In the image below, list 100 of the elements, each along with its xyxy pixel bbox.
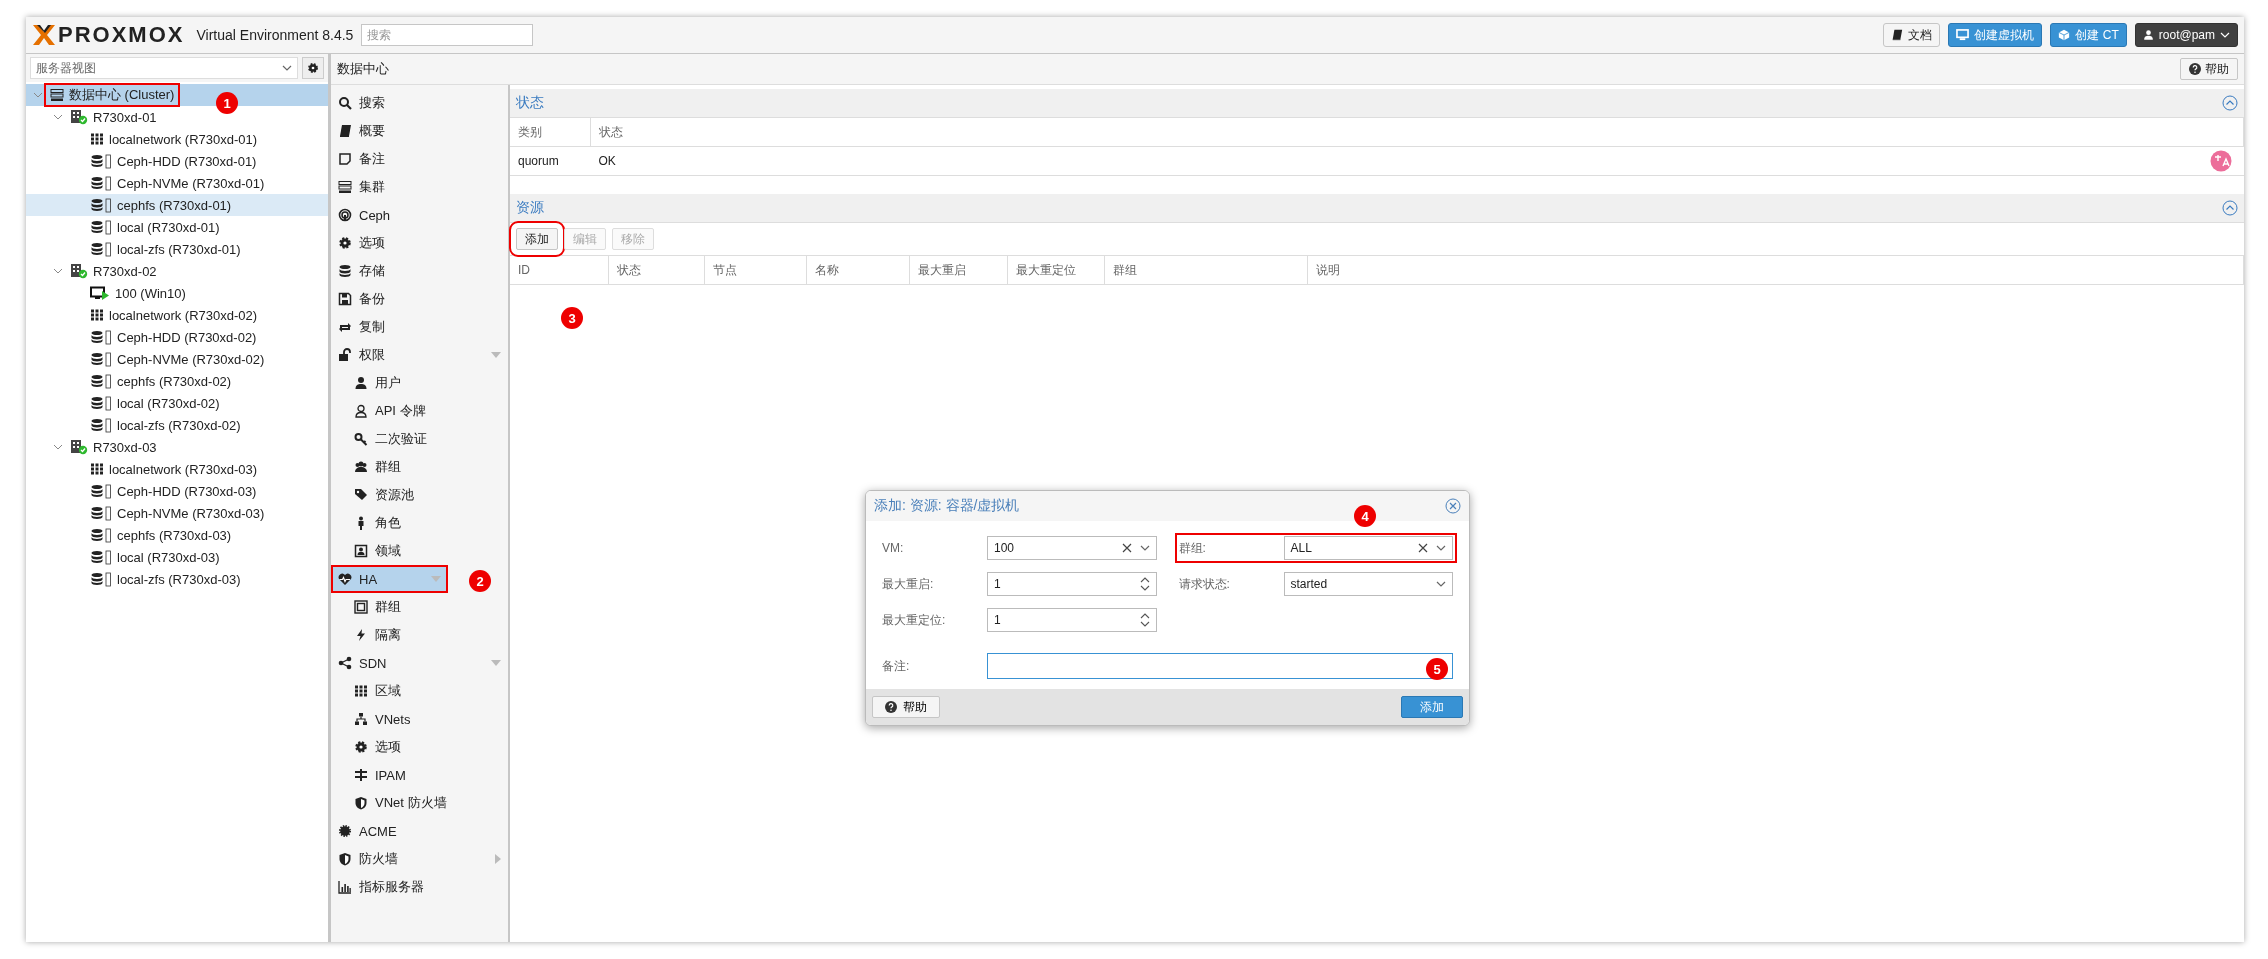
key-icon — [354, 432, 368, 446]
search-field[interactable]: 搜索 — [361, 24, 534, 46]
server-rack-icon — [338, 180, 352, 194]
column-header: 群组 — [1104, 256, 1308, 285]
column-header: 状态 — [590, 118, 2244, 147]
nav-item[interactable]: 二次验证 — [331, 425, 508, 453]
clear-icon[interactable] — [1121, 543, 1132, 553]
form-field[interactable]: 100 — [987, 536, 1157, 560]
tree-item[interactable]: local (R730xd-01) — [26, 216, 328, 238]
view-select[interactable]: 服务器视图 — [30, 57, 298, 79]
tree-item[interactable]: local (R730xd-02) — [26, 392, 328, 414]
nav-item[interactable]: HA — [331, 565, 448, 593]
nav-item[interactable]: 角色 — [331, 509, 508, 537]
panel-title: 资源 — [516, 199, 544, 217]
grid-icon — [90, 132, 104, 146]
tree-item[interactable]: R730xd-03 — [26, 436, 328, 458]
column-header: 最大重定位 — [1007, 256, 1105, 285]
field-label: 最大重定位: — [882, 611, 947, 629]
gear-icon — [354, 740, 368, 754]
nav-item[interactable]: 备份 — [331, 285, 508, 313]
tree-item[interactable]: local (R730xd-03) — [26, 546, 328, 568]
tree-item[interactable]: local-zfs (R730xd-02) — [26, 414, 328, 436]
tree-item[interactable]: cephfs (R730xd-03) — [26, 524, 328, 546]
spinner-arrows-icon[interactable] — [1139, 612, 1150, 628]
nav-item[interactable]: ACME — [331, 817, 508, 845]
nav-item[interactable]: 区域 — [331, 677, 508, 705]
tree-item[interactable]: localnetwork (R730xd-03) — [26, 458, 328, 480]
tree-item[interactable]: Ceph-HDD (R730xd-03) — [26, 480, 328, 502]
nav-item[interactable]: 群组 — [331, 593, 508, 621]
tree-item-label: R730xd-01 — [93, 109, 157, 125]
tree-item-label: Ceph-HDD (R730xd-01) — [117, 153, 257, 169]
spinner-arrows-icon[interactable] — [1139, 576, 1150, 592]
field-label: 请求状态: — [1178, 575, 1231, 593]
nav-item[interactable]: 指标服务器 — [331, 873, 508, 901]
form-field[interactable]: ALL — [1283, 536, 1453, 560]
tree-item[interactable]: Ceph-NVMe (R730xd-03) — [26, 502, 328, 524]
form-field[interactable]: 1 — [987, 572, 1157, 596]
tree-item[interactable]: cephfs (R730xd-02) — [26, 370, 328, 392]
nav-item[interactable]: 用户 — [331, 369, 508, 397]
tree-item[interactable]: localnetwork (R730xd-02) — [26, 304, 328, 326]
tree-item-label: local-zfs (R730xd-01) — [117, 241, 241, 257]
nav-item[interactable]: 权限 — [331, 341, 508, 369]
docs-button[interactable]: 文档 — [1883, 23, 1941, 47]
comment-field[interactable] — [987, 653, 1453, 679]
nav-item[interactable]: 领域 — [331, 537, 508, 565]
user-outline-icon — [354, 404, 368, 418]
content-title: 数据中心 — [337, 60, 389, 78]
nav-item[interactable]: VNets — [331, 705, 508, 733]
nav-item[interactable]: IPAM — [331, 761, 508, 789]
nav-item[interactable]: 资源池 — [331, 481, 508, 509]
tree-item[interactable]: local-zfs (R730xd-01) — [26, 238, 328, 260]
nav-item[interactable]: 集群 — [331, 173, 508, 201]
clear-icon[interactable] — [1418, 543, 1428, 553]
nav-item[interactable]: SDN — [331, 649, 508, 677]
help-icon — [2189, 63, 2201, 75]
nav-item[interactable]: 选项 — [331, 733, 508, 761]
nav-item[interactable]: 隔离 — [331, 621, 508, 649]
nav-item[interactable]: 防火墙 — [331, 845, 508, 873]
user-button[interactable]: root@pam — [2134, 23, 2238, 47]
nested-square-icon — [354, 600, 368, 614]
help-button[interactable]: 帮助 — [872, 696, 940, 718]
close-icon[interactable] — [1445, 498, 1461, 514]
help-button[interactable]: 帮助 — [2180, 58, 2238, 80]
nav-item[interactable]: API 令牌 — [331, 397, 508, 425]
form-field[interactable]: started — [1283, 572, 1453, 596]
nav-item[interactable]: 复制 — [331, 313, 508, 341]
nav-item[interactable]: 备注 — [331, 145, 508, 173]
nav-item[interactable]: 群组 — [331, 453, 508, 481]
collapse-circle-icon[interactable] — [2222, 95, 2238, 111]
tree-item-label: 100 (Win10) — [115, 285, 186, 301]
tree-item[interactable]: Ceph-NVMe (R730xd-02) — [26, 348, 328, 370]
heartbeat-icon — [338, 572, 352, 586]
tree-item-label: cephfs (R730xd-02) — [117, 373, 232, 389]
database-icon — [90, 505, 112, 521]
grid-icon — [90, 462, 104, 476]
tree-item[interactable]: Ceph-HDD (R730xd-01) — [26, 150, 328, 172]
server-stack-icon — [50, 88, 64, 102]
settings-button[interactable] — [302, 57, 324, 79]
translate-extension-icon[interactable] — [2210, 150, 2232, 172]
tree-item-label: Ceph-NVMe (R730xd-01) — [117, 175, 265, 191]
tree-item[interactable]: 100 (Win10) — [26, 282, 328, 304]
server-online-icon — [70, 263, 88, 279]
form-field[interactable]: 1 — [987, 608, 1157, 632]
tree-item[interactable]: local-zfs (R730xd-03) — [26, 568, 328, 590]
field-label: 最大重启: — [882, 575, 935, 593]
nav-item[interactable]: 存储 — [331, 257, 508, 285]
nav-item[interactable]: 选项 — [331, 229, 508, 257]
tree-item[interactable]: R730xd-02 — [26, 260, 328, 282]
tree-item[interactable]: cephfs (R730xd-01) — [26, 194, 328, 216]
shield-icon — [354, 796, 368, 810]
tree-item[interactable]: Ceph-NVMe (R730xd-01) — [26, 172, 328, 194]
x-logo-icon — [32, 24, 56, 46]
tree-item[interactable]: Ceph-HDD (R730xd-02) — [26, 326, 328, 348]
tree-item[interactable]: localnetwork (R730xd-01) — [26, 128, 328, 150]
tree-item-label: local (R730xd-02) — [117, 395, 220, 411]
nav-item[interactable]: 搜索 — [331, 89, 508, 117]
nav-item[interactable]: VNet 防火墙 — [331, 789, 508, 817]
nav-item[interactable]: 概要 — [331, 117, 508, 145]
nav-item[interactable]: Ceph — [331, 201, 508, 229]
collapse-circle-icon[interactable] — [2222, 200, 2238, 216]
